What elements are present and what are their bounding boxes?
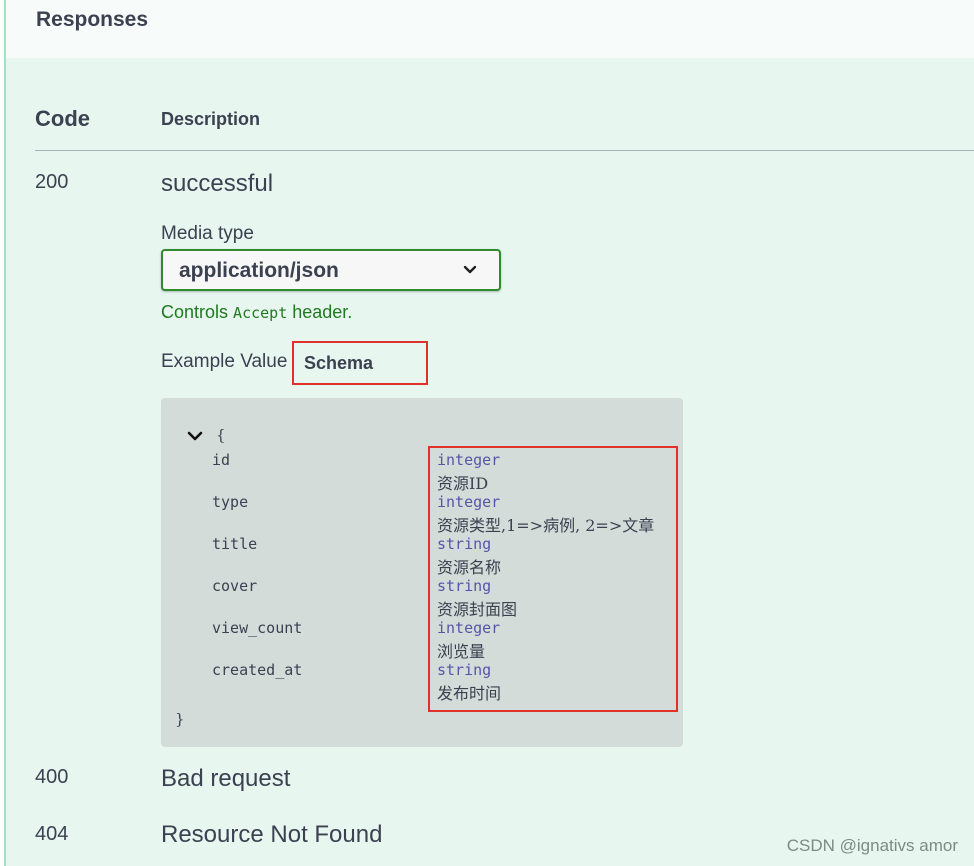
controls-accept-note: Controls Accept header.	[161, 302, 352, 323]
code-column-header: Code	[35, 106, 90, 131]
responses-panel: Code Description 200 successful Media ty…	[6, 58, 974, 866]
controls-prefix: Controls	[161, 302, 229, 322]
model-open-brace: {	[216, 426, 226, 444]
tab-schema-label: Schema	[304, 353, 374, 373]
description-column-header: Description	[161, 109, 261, 129]
response-description-404: Resource Not Found	[161, 821, 383, 848]
property-name: id	[212, 451, 231, 469]
response-code-404: 404	[35, 823, 69, 845]
responses-title: Responses	[36, 8, 149, 31]
response-description-200: successful	[161, 170, 274, 197]
header-divider	[35, 150, 974, 151]
response-description-400: Bad request	[161, 765, 291, 792]
watermark: CSDN @ignativs amor	[786, 836, 958, 855]
accept-header-code: Accept	[233, 304, 288, 322]
chevron-down-icon[interactable]	[187, 428, 203, 444]
tab-example-value[interactable]: Example Value	[161, 351, 287, 373]
media-type-select[interactable]: application/json	[161, 249, 501, 291]
property-name: cover	[212, 577, 258, 595]
media-type-label: Media type	[161, 223, 254, 244]
response-code-400: 400	[35, 766, 69, 788]
property-name: type	[212, 493, 249, 511]
type-highlight-box	[428, 446, 678, 712]
schema-model-box: { id integer 资源ID type integer 资源类型,1=>病…	[161, 398, 683, 747]
response-code-200: 200	[35, 171, 69, 193]
property-name: view_count	[212, 619, 303, 637]
property-name: created_at	[212, 661, 303, 679]
controls-suffix: header.	[292, 302, 353, 322]
property-name: title	[212, 535, 258, 553]
model-close-brace: }	[175, 710, 185, 728]
media-type-value: application/json	[179, 259, 339, 282]
chevron-down-icon	[463, 265, 477, 274]
tab-schema[interactable]: Schema	[292, 341, 428, 385]
responses-header: Responses	[6, 0, 974, 59]
